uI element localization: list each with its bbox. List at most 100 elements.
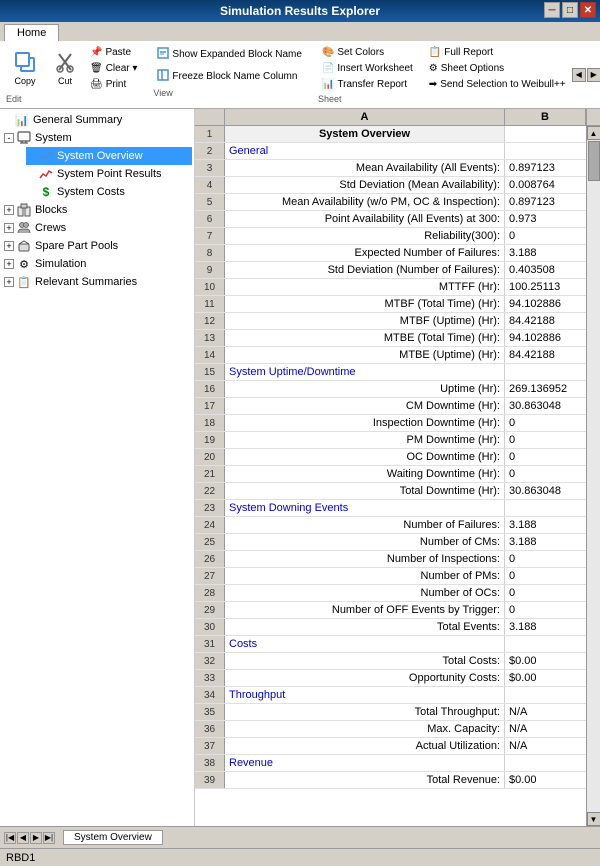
cell-b[interactable]: 100.25113: [505, 279, 586, 295]
cell-a[interactable]: Max. Capacity:: [225, 721, 505, 737]
cell-a[interactable]: Number of OCs:: [225, 585, 505, 601]
cell-a[interactable]: CM Downtime (Hr):: [225, 398, 505, 414]
copy-button[interactable]: Copy: [6, 45, 44, 89]
minimize-button[interactable]: ─: [544, 2, 560, 18]
cell-b[interactable]: [505, 636, 586, 652]
ribbon-scroll-right[interactable]: ▶: [587, 68, 600, 82]
cell-a[interactable]: Mean Availability (w/o PM, OC & Inspecti…: [225, 194, 505, 210]
cell-b[interactable]: [505, 364, 586, 380]
freeze-block-name-button[interactable]: Freeze Block Name Column: [153, 67, 306, 86]
send-selection-button[interactable]: ➡ Send Selection to Weibull++: [425, 77, 570, 92]
table-row[interactable]: 25Number of CMs:3.188: [195, 534, 586, 551]
tree-item-system-point-results[interactable]: System Point Results: [26, 165, 192, 183]
table-row[interactable]: 27Number of PMs:0: [195, 568, 586, 585]
table-row[interactable]: 15System Uptime/Downtime: [195, 364, 586, 381]
cell-b[interactable]: [505, 126, 586, 142]
tab-scroll-prev[interactable]: ◀: [17, 832, 29, 844]
cell-a[interactable]: Actual Utilization:: [225, 738, 505, 754]
table-row[interactable]: 34Throughput: [195, 687, 586, 704]
tree-item-general-summary[interactable]: 📊 General Summary: [2, 111, 192, 129]
cell-a[interactable]: Opportunity Costs:: [225, 670, 505, 686]
tree-item-blocks[interactable]: + Blocks: [2, 201, 192, 219]
table-row[interactable]: 38Revenue: [195, 755, 586, 772]
table-row[interactable]: 24Number of Failures:3.188: [195, 517, 586, 534]
cell-b[interactable]: 0: [505, 415, 586, 431]
vertical-scrollbar[interactable]: ▲ ▼: [586, 126, 600, 826]
cell-b[interactable]: 0.403508: [505, 262, 586, 278]
table-row[interactable]: 7Reliability(300):0: [195, 228, 586, 245]
ribbon-scroll-left[interactable]: ◀: [572, 68, 586, 82]
table-row[interactable]: 13MTBE (Total Time) (Hr):94.102886: [195, 330, 586, 347]
insert-worksheet-button[interactable]: 📄 Insert Worksheet: [318, 61, 417, 76]
cell-a[interactable]: MTBE (Uptime) (Hr):: [225, 347, 505, 363]
cell-a[interactable]: Std Deviation (Mean Availability):: [225, 177, 505, 193]
tree-item-relevant-summaries[interactable]: + 📋 Relevant Summaries: [2, 273, 192, 291]
cut-button[interactable]: Cut: [46, 45, 84, 89]
table-row[interactable]: 39Total Revenue:$0.00: [195, 772, 586, 789]
table-row[interactable]: 16Uptime (Hr):269.136952: [195, 381, 586, 398]
cell-b[interactable]: 0.897123: [505, 194, 586, 210]
full-report-button[interactable]: 📋 Full Report: [425, 45, 570, 60]
cell-b[interactable]: [505, 687, 586, 703]
table-row[interactable]: 36Max. Capacity:N/A: [195, 721, 586, 738]
cell-a[interactable]: Uptime (Hr):: [225, 381, 505, 397]
show-expanded-block-name-button[interactable]: Show Expanded Block Name: [153, 45, 306, 64]
table-row[interactable]: 22Total Downtime (Hr):30.863048: [195, 483, 586, 500]
cell-a[interactable]: Mean Availability (All Events):: [225, 160, 505, 176]
table-row[interactable]: 12MTBF (Uptime) (Hr):84.42188: [195, 313, 586, 330]
cell-a[interactable]: Std Deviation (Number of Failures):: [225, 262, 505, 278]
table-row[interactable]: 17CM Downtime (Hr):30.863048: [195, 398, 586, 415]
scroll-thumb[interactable]: [588, 141, 600, 181]
table-row[interactable]: 6Point Availability (All Events) at 300:…: [195, 211, 586, 228]
cell-a[interactable]: Total Throughput:: [225, 704, 505, 720]
cell-b[interactable]: $0.00: [505, 653, 586, 669]
cell-b[interactable]: 0: [505, 568, 586, 584]
table-row[interactable]: 30Total Events:3.188: [195, 619, 586, 636]
cell-a[interactable]: MTBF (Uptime) (Hr):: [225, 313, 505, 329]
table-row[interactable]: 8Expected Number of Failures:3.188: [195, 245, 586, 262]
spare-part-pools-expand[interactable]: +: [4, 241, 14, 251]
cell-a[interactable]: System Uptime/Downtime: [225, 364, 505, 380]
cell-b[interactable]: 3.188: [505, 534, 586, 550]
cell-a[interactable]: Throughput: [225, 687, 505, 703]
cell-b[interactable]: 0.973: [505, 211, 586, 227]
home-tab[interactable]: Home: [4, 24, 59, 41]
cell-a[interactable]: Point Availability (All Events) at 300:: [225, 211, 505, 227]
table-row[interactable]: 19PM Downtime (Hr):0: [195, 432, 586, 449]
cell-a[interactable]: MTBF (Total Time) (Hr):: [225, 296, 505, 312]
table-row[interactable]: 20OC Downtime (Hr):0: [195, 449, 586, 466]
table-row[interactable]: 23System Downing Events: [195, 500, 586, 517]
cell-b[interactable]: 3.188: [505, 619, 586, 635]
cell-b[interactable]: 269.136952: [505, 381, 586, 397]
table-row[interactable]: 26Number of Inspections:0: [195, 551, 586, 568]
table-row[interactable]: 9Std Deviation (Number of Failures):0.40…: [195, 262, 586, 279]
cell-a[interactable]: Costs: [225, 636, 505, 652]
cell-b[interactable]: 84.42188: [505, 313, 586, 329]
tree-item-system[interactable]: - System: [2, 129, 192, 147]
cell-b[interactable]: [505, 500, 586, 516]
print-button[interactable]: 🖨 Print: [86, 77, 141, 92]
table-row[interactable]: 10MTTFF (Hr):100.25113: [195, 279, 586, 296]
table-row[interactable]: 4Std Deviation (Mean Availability):0.008…: [195, 177, 586, 194]
scroll-up-button[interactable]: ▲: [587, 126, 600, 140]
table-row[interactable]: 3Mean Availability (All Events):0.897123: [195, 160, 586, 177]
cell-b[interactable]: $0.00: [505, 670, 586, 686]
tree-item-simulation[interactable]: + ⚙ Simulation: [2, 255, 192, 273]
close-button[interactable]: ✕: [580, 2, 596, 18]
cell-b[interactable]: N/A: [505, 721, 586, 737]
cell-a[interactable]: Total Events:: [225, 619, 505, 635]
cell-b[interactable]: 0: [505, 466, 586, 482]
table-row[interactable]: 32Total Costs:$0.00: [195, 653, 586, 670]
table-row[interactable]: 21Waiting Downtime (Hr):0: [195, 466, 586, 483]
cell-a[interactable]: Total Revenue:: [225, 772, 505, 788]
cell-a[interactable]: System Downing Events: [225, 500, 505, 516]
cell-a[interactable]: Number of OFF Events by Trigger:: [225, 602, 505, 618]
table-row[interactable]: 28Number of OCs:0: [195, 585, 586, 602]
cell-a[interactable]: MTBE (Total Time) (Hr):: [225, 330, 505, 346]
cell-b[interactable]: [505, 143, 586, 159]
cell-a[interactable]: Total Downtime (Hr):: [225, 483, 505, 499]
simulation-expand[interactable]: +: [4, 259, 14, 269]
cell-a[interactable]: Inspection Downtime (Hr):: [225, 415, 505, 431]
table-row[interactable]: 18Inspection Downtime (Hr):0: [195, 415, 586, 432]
cell-a[interactable]: Revenue: [225, 755, 505, 771]
